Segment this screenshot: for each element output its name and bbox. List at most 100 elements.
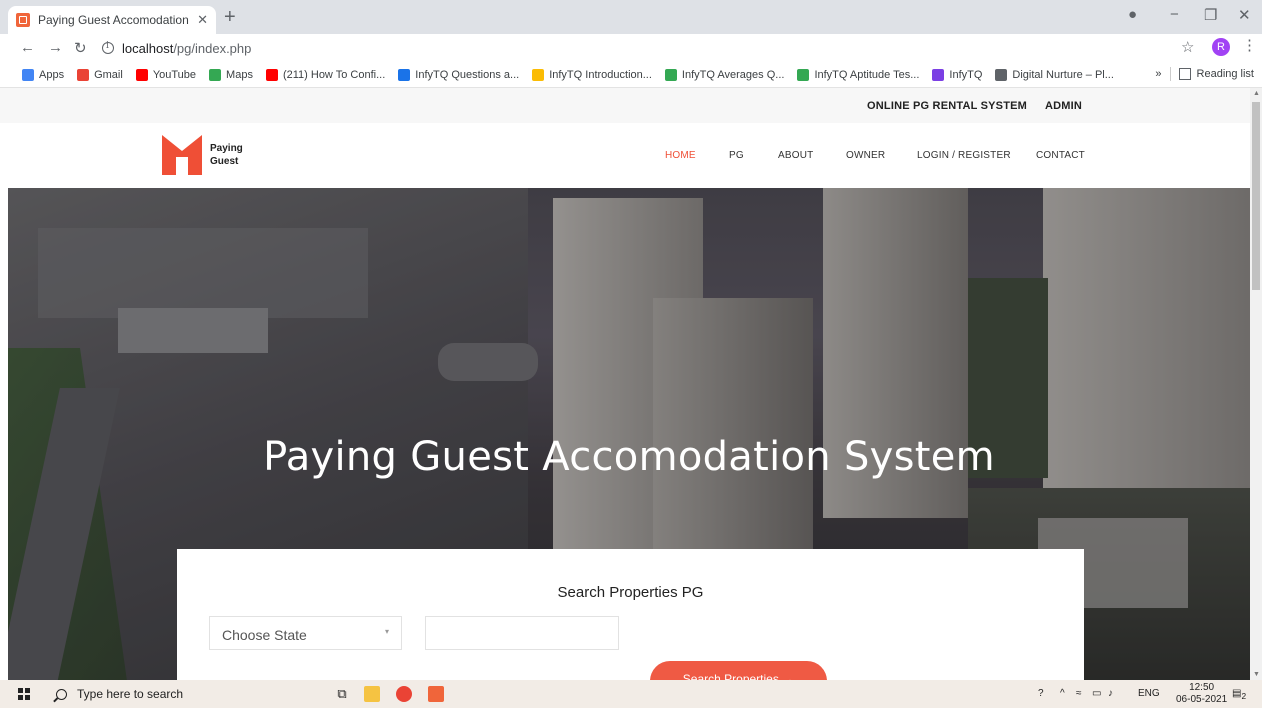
bookmark-label: InfyTQ (949, 68, 983, 81)
bookmark-favicon-icon (664, 68, 677, 81)
address-row: ← → ↻ localhost/pg/index.php (0, 34, 1262, 62)
language-indicator[interactable]: ENG (1138, 688, 1160, 699)
task-view-icon[interactable]: ⧉ (334, 686, 350, 702)
notification-count: 2 (1241, 691, 1247, 701)
web-page: ONLINE PG RENTAL SYSTEM ADMIN Paying Gue… (0, 88, 1250, 680)
scrollbar-thumb[interactable] (1252, 102, 1260, 290)
profile-avatar[interactable]: R (1212, 38, 1230, 56)
bookmark-label: InfyTQ Questions a... (415, 68, 520, 81)
wifi-icon[interactable]: ≈ (1076, 688, 1082, 699)
bookmark-item[interactable]: YouTube (135, 68, 197, 81)
bookmark-item[interactable]: (211) How To Confi... (265, 68, 386, 81)
bookmark-item[interactable]: InfyTQ Averages Q... (664, 68, 785, 81)
bookmark-favicon-icon (398, 68, 411, 81)
taskbar-search[interactable]: Type here to search (48, 680, 318, 708)
battery-icon[interactable]: ▭ (1092, 688, 1101, 699)
search-card: Search Properties PG Choose State ▾ Sear… (177, 549, 1084, 680)
scroll-up-icon[interactable]: ▲ (1253, 90, 1260, 97)
xampp-favicon-icon (16, 13, 30, 27)
bookmark-label: Apps (39, 68, 65, 81)
bookmark-item[interactable]: InfyTQ Aptitude Tes... (797, 68, 920, 81)
url-bar[interactable]: localhost/pg/index.php (102, 37, 1164, 59)
bookmark-label: YouTube (152, 68, 197, 81)
bookmark-item[interactable]: Gmail (77, 68, 123, 81)
bookmark-item[interactable]: InfyTQ Introduction... (532, 68, 652, 81)
bookmark-item[interactable]: Digital Nurture – Pl... (995, 68, 1114, 81)
help-icon[interactable]: ? (1038, 688, 1044, 699)
bookmark-favicon-icon (797, 68, 810, 81)
site-info-icon[interactable] (102, 41, 114, 54)
notifications-icon[interactable]: ▤2 (1232, 688, 1246, 701)
bookmark-label: InfyTQ Averages Q... (681, 68, 785, 81)
bookmark-item[interactable]: Apps (22, 68, 65, 81)
back-icon[interactable]: ← (20, 39, 35, 56)
reading-list-link[interactable]: Reading list (1197, 68, 1254, 80)
url-host: localhost (122, 40, 174, 56)
state-select[interactable]: Choose State ▾ (209, 616, 402, 650)
bookmark-label: (211) How To Confi... (282, 68, 386, 81)
bookmark-favicon-icon (265, 68, 278, 81)
nav-contact[interactable]: CONTACT (1036, 150, 1085, 161)
nav-pg[interactable]: PG (729, 150, 744, 161)
browser-tab[interactable]: Paying Guest Accomodation Syst ✕ (8, 6, 216, 34)
page-scrollbar[interactable]: ▲ ▼ (1250, 88, 1262, 680)
windows-taskbar: Type here to search ⧉ ? ^ ≈ ▭ ♪ ENG 12:5… (0, 680, 1262, 708)
bookmark-favicon-icon (209, 68, 222, 81)
system-clock[interactable]: 12:50 06-05-2021 (1176, 682, 1227, 706)
hero-title: Paying Guest Accomodation System (263, 434, 995, 480)
bookmark-label: InfyTQ Aptitude Tes... (814, 68, 920, 81)
clock-time: 12:50 (1189, 682, 1215, 693)
browser-menu-icon[interactable]: ⋮ (1242, 36, 1257, 54)
chevron-down-icon: ▾ (384, 627, 389, 636)
restore-icon[interactable]: ❐ (1204, 6, 1217, 24)
close-window-icon[interactable]: ✕ (1238, 6, 1251, 24)
nav-login-register[interactable]: LOGIN / REGISTER (917, 150, 1011, 161)
bookmark-item[interactable]: Maps (209, 68, 253, 81)
bookmark-item[interactable]: InfyTQ Questions a... (398, 68, 520, 81)
search-properties-button[interactable]: Search Properties → (650, 661, 827, 680)
bookmark-favicon-icon (135, 68, 148, 81)
bookmark-star-icon[interactable]: ☆ (1181, 38, 1194, 56)
bookmark-favicon-icon (532, 68, 545, 81)
admin-link[interactable]: ADMIN (1045, 100, 1082, 112)
bookmark-favicon-icon (77, 68, 90, 81)
tab-title: Paying Guest Accomodation Syst (38, 13, 191, 27)
chevron-up-icon[interactable]: ^ (1060, 688, 1065, 699)
minimize-icon[interactable]: − (1170, 6, 1179, 23)
search-heading: Search Properties PG (557, 584, 704, 601)
chrome-icon[interactable] (396, 686, 412, 702)
volume-icon[interactable]: ♪ (1108, 688, 1113, 699)
browser-tab-strip: Paying Guest Accomodation Syst ✕ + ● − ❐… (0, 0, 1262, 34)
new-tab-icon[interactable]: + (224, 6, 236, 29)
more-bookmarks-icon[interactable]: » (1155, 68, 1161, 80)
bookmark-item[interactable]: InfyTQ (932, 68, 983, 81)
bookmark-label: Digital Nurture – Pl... (1012, 68, 1114, 81)
main-nav: Paying Guest HOME PG ABOUT OWNER LOGIN /… (0, 123, 1250, 188)
bookmarks-right: » Reading list (1155, 67, 1254, 81)
logo-line2: Guest (210, 156, 239, 167)
bookmark-label: Gmail (94, 68, 123, 81)
xampp-icon[interactable] (428, 686, 444, 702)
nav-home[interactable]: HOME (665, 150, 696, 161)
rental-system-link[interactable]: ONLINE PG RENTAL SYSTEM (867, 100, 1027, 112)
site-topbar: ONLINE PG RENTAL SYSTEM ADMIN (0, 88, 1250, 123)
site-logo[interactable]: Paying Guest (162, 135, 243, 175)
clock-date: 06-05-2021 (1176, 694, 1228, 705)
city-input[interactable] (425, 616, 619, 650)
nav-owner[interactable]: OWNER (846, 150, 885, 161)
bookmark-favicon-icon (995, 68, 1008, 81)
search-icon (56, 688, 67, 700)
reload-icon[interactable]: ↻ (74, 39, 87, 57)
bookmark-favicon-icon (932, 68, 945, 81)
nav-about[interactable]: ABOUT (778, 150, 813, 161)
file-explorer-icon[interactable] (364, 686, 380, 702)
close-tab-icon[interactable]: ✕ (197, 12, 208, 28)
account-circle-icon[interactable]: ● (1128, 6, 1137, 23)
windows-start-icon[interactable] (18, 688, 30, 700)
state-select-value: Choose State (222, 627, 307, 643)
logo-line1: Paying (210, 143, 243, 154)
forward-icon[interactable]: → (48, 39, 63, 56)
scroll-down-icon[interactable]: ▼ (1253, 671, 1260, 678)
divider (1169, 67, 1171, 81)
reading-list-icon (1178, 68, 1191, 80)
